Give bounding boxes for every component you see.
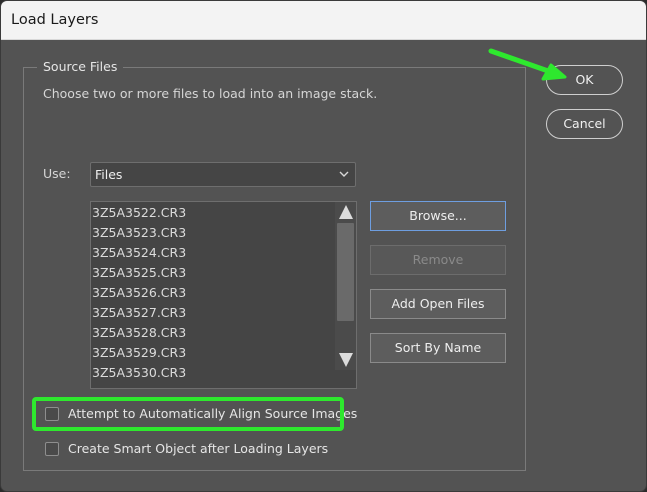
annotation-highlight-box: [32, 397, 344, 431]
remove-button[interactable]: Remove: [370, 245, 506, 275]
window-title: Load Layers: [11, 12, 99, 28]
file-list[interactable]: 3Z5A3522.CR3 3Z5A3523.CR3 3Z5A3524.CR3 3…: [90, 201, 357, 389]
list-item[interactable]: 3Z5A3528.CR3: [92, 325, 186, 341]
smart-object-checkbox[interactable]: [45, 442, 59, 456]
browse-button[interactable]: Browse...: [370, 201, 506, 231]
title-bar: Load Layers: [1, 1, 646, 40]
use-dropdown[interactable]: Files: [90, 162, 356, 187]
browse-button-label: Browse...: [409, 208, 467, 223]
list-item[interactable]: 3Z5A3526.CR3: [92, 285, 186, 301]
sort-by-name-button[interactable]: Sort By Name: [370, 333, 506, 363]
list-item[interactable]: 3Z5A3524.CR3: [92, 245, 186, 261]
add-open-files-button[interactable]: Add Open Files: [370, 289, 506, 319]
list-item[interactable]: 3Z5A3522.CR3: [92, 205, 186, 221]
list-item[interactable]: 3Z5A3529.CR3: [92, 345, 186, 361]
list-item[interactable]: 3Z5A3530.CR3: [92, 365, 186, 381]
use-label: Use:: [43, 166, 71, 181]
triangle-down-icon[interactable]: [338, 352, 354, 368]
use-dropdown-value: Files: [95, 167, 123, 182]
instructions-text: Choose two or more files to load into an…: [43, 86, 378, 101]
load-layers-dialog: Load Layers Source Files Choose two or m…: [0, 0, 647, 492]
list-item[interactable]: 3Z5A3523.CR3: [92, 225, 186, 241]
add-open-files-label: Add Open Files: [391, 296, 485, 311]
cancel-button-label: Cancel: [563, 116, 606, 131]
remove-button-label: Remove: [412, 252, 464, 267]
list-item[interactable]: 3Z5A3525.CR3: [92, 265, 186, 281]
list-item[interactable]: 3Z5A3527.CR3: [92, 305, 186, 321]
green-arrow-icon: [488, 48, 567, 81]
cancel-button[interactable]: Cancel: [546, 109, 623, 139]
smart-object-label[interactable]: Create Smart Object after Loading Layers: [68, 441, 328, 457]
source-files-legend: Source Files: [37, 59, 124, 75]
sort-by-name-label: Sort By Name: [394, 340, 482, 355]
triangle-up-icon[interactable]: [338, 204, 354, 220]
scrollbar-thumb[interactable]: [337, 223, 354, 321]
chevron-down-icon: [339, 171, 349, 177]
